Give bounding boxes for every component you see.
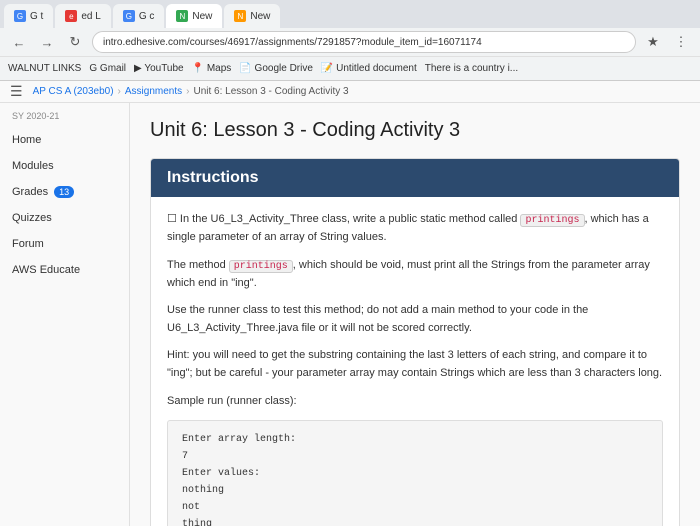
page-content: SY 2020-21 Home Modules Grades 13 Quizze… [0,103,700,526]
sidebar-item-quizzes[interactable]: Quizzes [0,205,129,231]
sample-code: Enter array length: 7 Enter values: noth… [182,431,648,526]
sidebar-item-forum[interactable]: Forum [0,231,129,257]
tab-favicon-new2: N [234,10,246,22]
forward-button[interactable]: → [36,31,58,53]
breadcrumb-sep2: › [186,86,189,97]
code-printings-2: printings [229,260,293,273]
breadcrumb-apcs[interactable]: AP CS A (203eb0) [33,86,114,97]
hamburger-icon[interactable]: ☰ [10,83,23,100]
bookmark-youtube[interactable]: ▶ YouTube [134,63,184,74]
bookmarks-bar: WALNUT LINKS G Gmail ▶ YouTube 📍 Maps 📄 … [0,56,700,80]
address-bar[interactable]: intro.edhesive.com/courses/46917/assignm… [92,31,636,53]
address-text: intro.edhesive.com/courses/46917/assignm… [103,37,482,48]
browser-chrome: G G t e ed L G G c N New N New ← → ↻ int… [0,0,700,81]
sidebar-label-grades: Grades [12,186,48,198]
tab-gc[interactable]: G G c [113,4,165,28]
sidebar-item-modules[interactable]: Modules [0,153,129,179]
tab-active[interactable]: N New [166,4,222,28]
instructions-card: Instructions ☐ In the U6_L3_Activity_Thr… [150,158,680,526]
reload-button[interactable]: ↻ [64,31,86,53]
tab-label-new2: New [250,11,270,22]
sidebar-label-quizzes: Quizzes [12,212,52,224]
bookmark-walnut[interactable]: WALNUT LINKS [8,63,81,74]
tab-label-g: G t [30,11,43,22]
page-title: Unit 6: Lesson 3 - Coding Activity 3 [150,119,680,142]
sidebar-label-aws: AWS Educate [12,264,80,276]
sample-label: Sample run (runner class): [167,393,663,411]
tab-edl[interactable]: e ed L [55,4,110,28]
tab-favicon-active: N [176,10,188,22]
sample-code-box: Enter array length: 7 Enter values: noth… [167,420,663,526]
tab-g[interactable]: G G t [4,4,53,28]
breadcrumb-assignments[interactable]: Assignments [125,86,182,97]
tab-favicon-gc: G [123,10,135,22]
sidebar-item-aws[interactable]: AWS Educate [0,257,129,283]
settings-button[interactable]: ⋮ [670,31,692,53]
nav-bar: ← → ↻ intro.edhesive.com/courses/46917/a… [0,28,700,56]
sidebar-label-forum: Forum [12,238,44,250]
sidebar-label-modules: Modules [12,160,54,172]
bookmark-button[interactable]: ★ [642,31,664,53]
bookmark-maps[interactable]: 📍 Maps [192,63,232,74]
sidebar-label-home: Home [12,134,41,146]
breadcrumb-sep1: › [118,86,121,97]
tab-label-gc: G c [139,11,155,22]
tab-label-ed: ed L [81,11,100,22]
grades-badge: 13 [54,186,74,198]
tab-favicon-ed: e [65,10,77,22]
instructions-para4: Hint: you will need to get the substring… [167,347,663,382]
tab-favicon-g: G [14,10,26,22]
bookmark-country[interactable]: There is a country i... [425,63,518,74]
bookmark-gmail[interactable]: G Gmail [89,63,126,74]
breadcrumb-current: Unit 6: Lesson 3 - Coding Activity 3 [193,86,348,97]
breadcrumb: ☰ AP CS A (203eb0) › Assignments › Unit … [0,81,700,103]
instructions-para3: Use the runner class to test this method… [167,302,663,337]
sidebar-item-home[interactable]: Home [0,127,129,153]
bookmark-drive[interactable]: 📄 Google Drive [239,63,313,74]
tab-label-active: New [192,11,212,22]
instructions-body: ☐ In the U6_L3_Activity_Three class, wri… [151,197,679,526]
tab-new2[interactable]: N New [224,4,280,28]
instructions-para2: The method printings, which should be vo… [167,257,663,293]
sidebar: SY 2020-21 Home Modules Grades 13 Quizze… [0,103,130,526]
main-content: Unit 6: Lesson 3 - Coding Activity 3 Ins… [130,103,700,526]
back-button[interactable]: ← [8,31,30,53]
code-printings-1: printings [520,214,584,227]
bookmark-untitled[interactable]: 📝 Untitled document [321,63,417,74]
tab-bar: G G t e ed L G G c N New N New [0,0,700,28]
instructions-para1: ☐ In the U6_L3_Activity_Three class, wri… [167,211,663,247]
sidebar-item-grades[interactable]: Grades 13 [0,179,129,205]
instructions-header: Instructions [151,159,679,197]
sidebar-year: SY 2020-21 [0,111,129,127]
